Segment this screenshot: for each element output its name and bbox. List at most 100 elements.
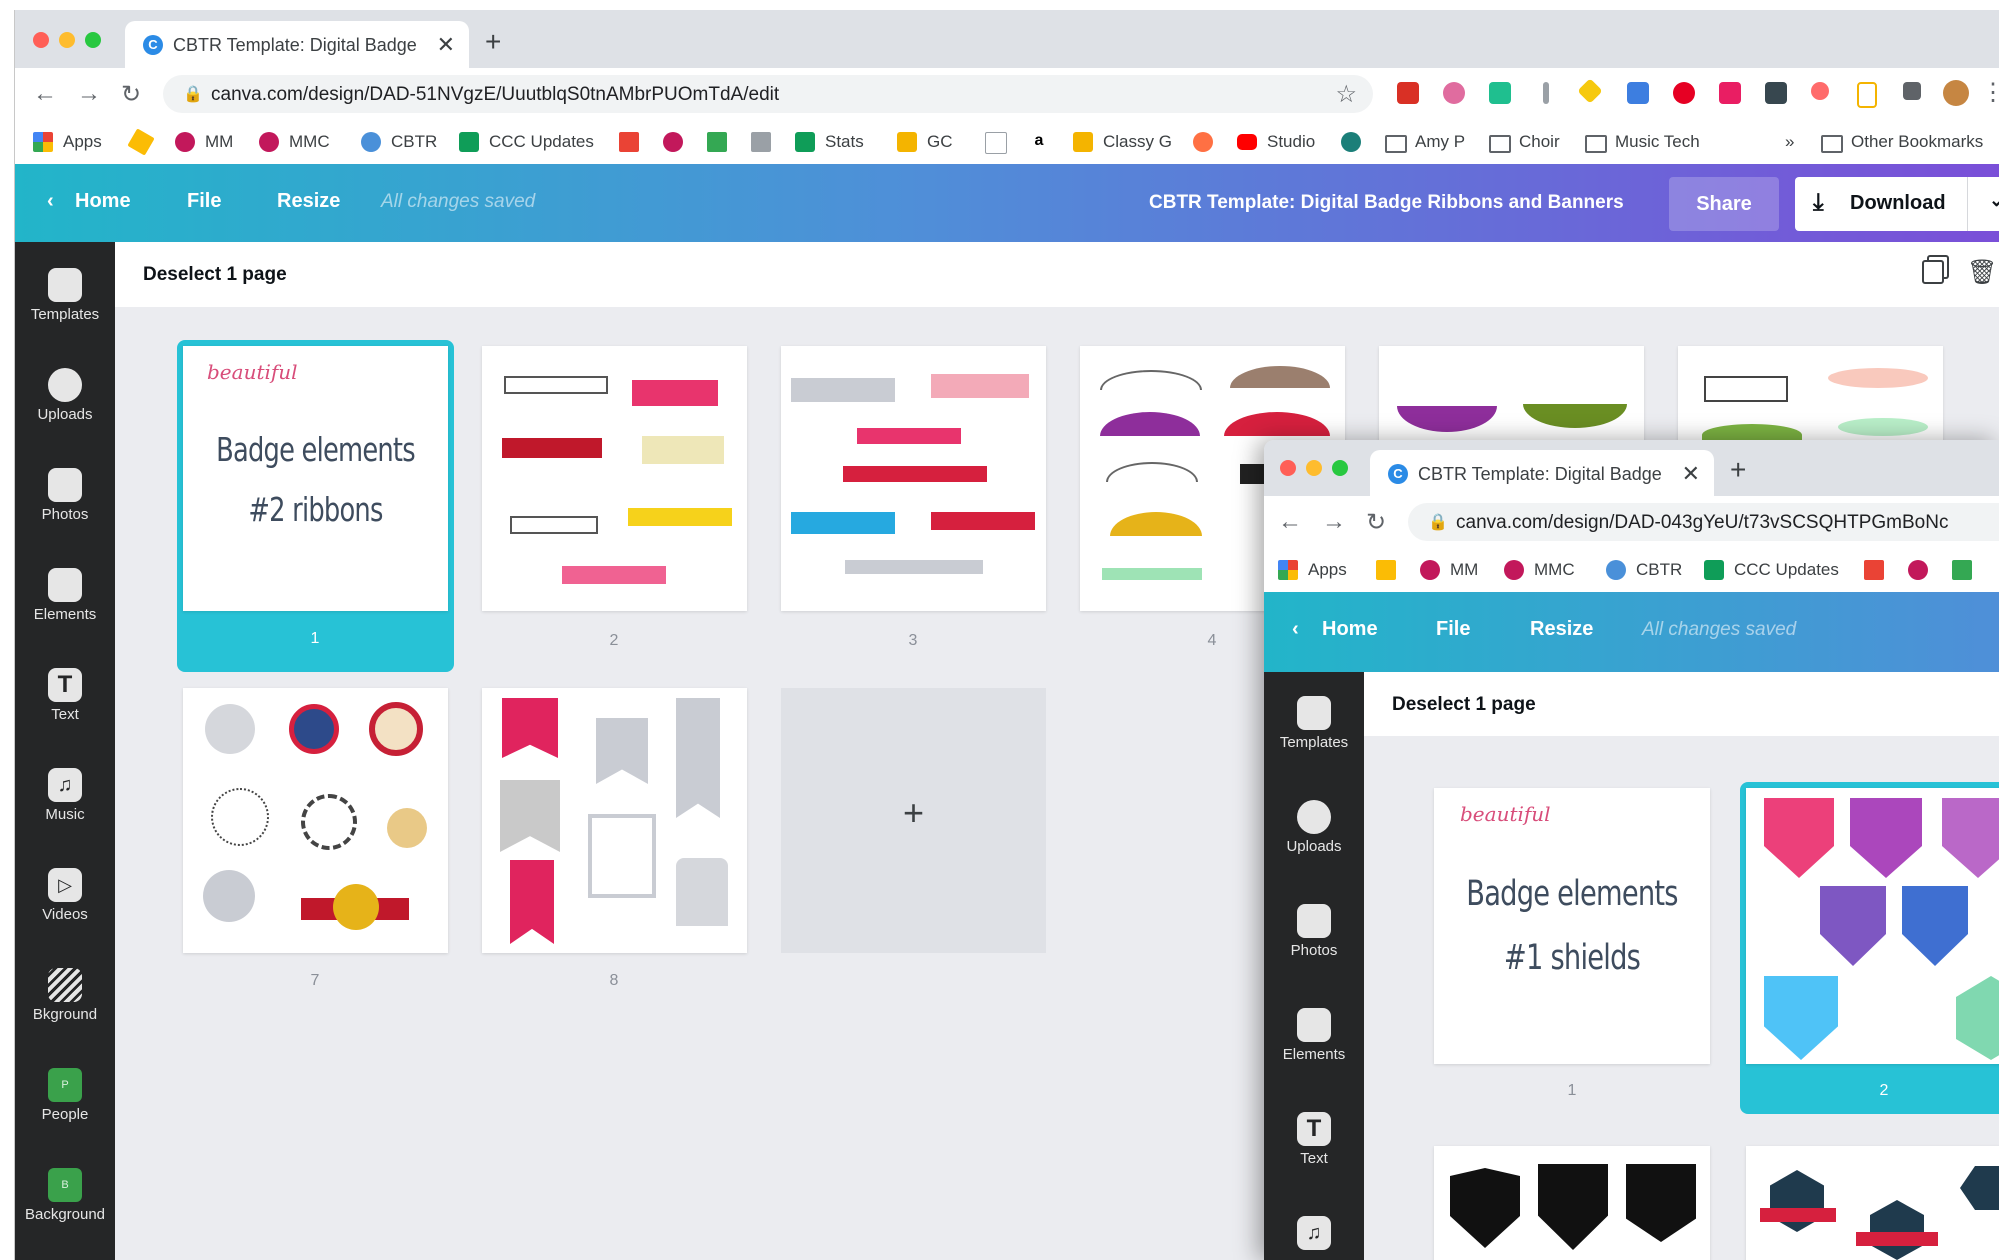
forward-icon[interactable]: → bbox=[77, 80, 101, 108]
share-button[interactable]: Share bbox=[1669, 177, 1779, 231]
gmail-icon[interactable] bbox=[1864, 560, 1884, 580]
extension-icon[interactable] bbox=[1627, 82, 1649, 104]
bookmark-music-tech[interactable]: Music Tech bbox=[1615, 132, 1700, 152]
bookmark-other[interactable]: Other Bookmarks bbox=[1851, 132, 1983, 152]
minimize-window-icon[interactable] bbox=[1306, 460, 1322, 476]
extension-icon[interactable] bbox=[1857, 82, 1877, 108]
address-bar[interactable]: 🔒 canva.com/design/DAD-043gYeU/t73vSCSQH… bbox=[1408, 503, 1999, 541]
sidebar-item-music[interactable]: ♫ bbox=[1264, 1216, 1364, 1254]
sidebar-item-templates[interactable]: Templates bbox=[15, 268, 115, 323]
bookmark-icon[interactable] bbox=[663, 132, 683, 152]
extension-icon[interactable] bbox=[1811, 82, 1829, 100]
extension-icon[interactable] bbox=[1719, 82, 1741, 104]
extension-icon[interactable] bbox=[1443, 82, 1465, 104]
bookmark-ccc-updates[interactable]: CCC Updates bbox=[1734, 560, 1839, 580]
sidebar-item-uploads[interactable]: Uploads bbox=[15, 368, 115, 423]
file-menu[interactable]: File bbox=[187, 190, 221, 213]
sidebar-item-templates[interactable]: Templates bbox=[1264, 696, 1364, 751]
sidebar-item-music[interactable]: ♫ Music bbox=[15, 768, 115, 823]
bookmark-studio[interactable]: Studio bbox=[1267, 132, 1315, 152]
extension-icon[interactable] bbox=[1489, 82, 1511, 104]
bookmark-gc[interactable]: GC bbox=[927, 132, 953, 152]
deselect-page-button[interactable]: Deselect 1 page bbox=[143, 264, 287, 286]
back-icon[interactable]: ← bbox=[33, 80, 57, 108]
sidebar-item-elements[interactable]: Elements bbox=[15, 568, 115, 623]
address-bar[interactable]: 🔒 canva.com/design/DAD-51NVgzE/UuutblqS0… bbox=[163, 75, 1373, 113]
pinterest-icon[interactable] bbox=[1673, 82, 1695, 104]
bookmark-mm[interactable]: MM bbox=[1450, 560, 1478, 580]
eyedropper-icon[interactable] bbox=[1543, 82, 1549, 104]
drive-icon[interactable] bbox=[1376, 560, 1396, 580]
home-chevron-icon[interactable]: ‹ bbox=[1292, 618, 1299, 641]
home-button[interactable]: Home bbox=[1322, 618, 1378, 641]
bookmark-cbtr[interactable]: CBTR bbox=[391, 132, 437, 152]
bookmark-icon[interactable] bbox=[1908, 560, 1928, 580]
sidebar-item-people[interactable]: P People bbox=[15, 1068, 115, 1123]
sidebar-item-text[interactable]: T Text bbox=[15, 668, 115, 723]
page-thumbnail-7[interactable] bbox=[183, 688, 448, 953]
drive-icon[interactable] bbox=[127, 128, 155, 156]
extension-icon[interactable] bbox=[1765, 82, 1787, 104]
page-thumbnail-4[interactable] bbox=[1746, 1146, 1999, 1260]
bookmark-icon[interactable] bbox=[1193, 132, 1213, 152]
bookmark-cbtr[interactable]: CBTR bbox=[1636, 560, 1682, 580]
maximize-window-icon[interactable] bbox=[85, 32, 101, 48]
reload-icon[interactable]: ↻ bbox=[121, 80, 141, 109]
puzzle-icon[interactable] bbox=[1903, 82, 1921, 100]
page-thumbnail-2[interactable] bbox=[1746, 788, 1999, 1064]
bookmark-amy-p[interactable]: Amy P bbox=[1415, 132, 1465, 152]
bookmark-icon[interactable] bbox=[985, 132, 1007, 154]
duplicate-page-icon[interactable] bbox=[1922, 260, 1944, 284]
browser-tab[interactable]: C CBTR Template: Digital Badge ✕ bbox=[1370, 450, 1714, 496]
trash-icon[interactable]: 🗑 bbox=[1967, 258, 1997, 287]
avatar[interactable] bbox=[1943, 80, 1969, 106]
deselect-page-button[interactable]: Deselect 1 page bbox=[1392, 694, 1536, 716]
bookmark-ccc-updates[interactable]: CCC Updates bbox=[489, 132, 594, 152]
menu-icon[interactable]: ⋮ bbox=[1981, 78, 1999, 107]
bookmark-mmc[interactable]: MMC bbox=[289, 132, 330, 152]
extension-icon[interactable] bbox=[1577, 78, 1603, 104]
page-thumbnail-3[interactable] bbox=[781, 346, 1046, 611]
bookmark-stats[interactable]: Stats bbox=[825, 132, 864, 152]
bookmark-apps[interactable]: Apps bbox=[1308, 560, 1347, 580]
sidebar-item-bkground[interactable]: Bkground bbox=[15, 968, 115, 1023]
bookmark-icon[interactable] bbox=[1341, 132, 1361, 152]
page-thumbnail-3[interactable] bbox=[1434, 1146, 1710, 1260]
bookmark-icon[interactable] bbox=[707, 132, 727, 152]
close-window-icon[interactable] bbox=[33, 32, 49, 48]
page-thumbnail-1[interactable]: beautiful Badge elements #1 shields bbox=[1434, 788, 1710, 1064]
reload-icon[interactable]: ↻ bbox=[1366, 508, 1386, 537]
sidebar-item-videos[interactable]: ▷ Videos bbox=[15, 868, 115, 923]
sidebar-item-photos[interactable]: Photos bbox=[1264, 904, 1364, 959]
page-thumbnail-1[interactable]: beautiful Badge elements #2 ribbons bbox=[183, 346, 448, 611]
new-tab-icon[interactable]: + bbox=[485, 26, 501, 58]
bookmark-mmc[interactable]: MMC bbox=[1534, 560, 1575, 580]
home-chevron-icon[interactable]: ‹ bbox=[47, 190, 54, 213]
bookmark-choir[interactable]: Choir bbox=[1519, 132, 1560, 152]
page-thumbnail-8[interactable] bbox=[482, 688, 747, 953]
sidebar-item-uploads[interactable]: Uploads bbox=[1264, 800, 1364, 855]
sidebar-item-elements[interactable]: Elements bbox=[1264, 1008, 1364, 1063]
page-thumbnail-6[interactable] bbox=[1678, 346, 1943, 446]
bookmark-classy-g[interactable]: Classy G bbox=[1103, 132, 1172, 152]
bookmarks-overflow-icon[interactable]: » bbox=[1785, 132, 1794, 152]
close-tab-icon[interactable]: ✕ bbox=[1682, 461, 1700, 487]
close-window-icon[interactable] bbox=[1280, 460, 1296, 476]
add-page-button[interactable]: + bbox=[781, 688, 1046, 953]
forward-icon[interactable]: → bbox=[1322, 508, 1346, 536]
amazon-icon[interactable]: a bbox=[1029, 132, 1049, 152]
sidebar-item-background[interactable]: B Background bbox=[15, 1168, 115, 1223]
sidebar-item-photos[interactable]: Photos bbox=[15, 468, 115, 523]
resize-button[interactable]: Resize bbox=[277, 190, 340, 213]
close-tab-icon[interactable]: ✕ bbox=[437, 32, 455, 58]
page-thumbnail-2[interactable] bbox=[482, 346, 747, 611]
bookmark-icon[interactable] bbox=[751, 132, 771, 152]
download-button[interactable]: ⤓ Download ⌄ bbox=[1795, 177, 1999, 231]
resize-button[interactable]: Resize bbox=[1530, 618, 1593, 641]
bookmark-star-icon[interactable]: ☆ bbox=[1335, 80, 1357, 109]
bookmark-mm[interactable]: MM bbox=[205, 132, 233, 152]
file-menu[interactable]: File bbox=[1436, 618, 1470, 641]
design-title[interactable]: CBTR Template: Digital Badge Ribbons and… bbox=[1149, 192, 1624, 214]
sidebar-item-text[interactable]: T Text bbox=[1264, 1112, 1364, 1167]
minimize-window-icon[interactable] bbox=[59, 32, 75, 48]
